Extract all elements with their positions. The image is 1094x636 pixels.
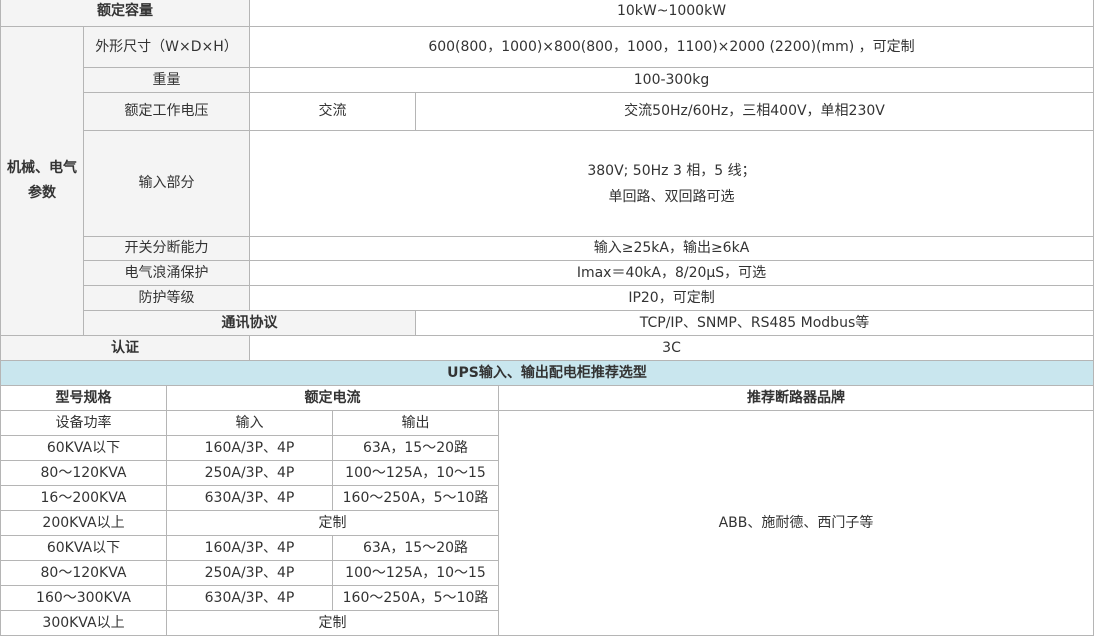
selection-header-row: 型号规格 额定电流 推荐断路器品牌 — [0, 385, 1094, 411]
selection-banner-row: UPS输入、输出配电柜推荐选型 — [0, 360, 1094, 386]
input-header: 输入 — [166, 410, 333, 436]
power-cell: 60KVA以下 — [0, 535, 167, 561]
spec-row: 开关分断能力 输入≥25kA，输出≥6kA — [1, 236, 1094, 261]
spec-row: 认证 3C — [0, 335, 1094, 361]
mech-elec-group-label: 机械、电气参数 — [0, 26, 84, 336]
output-cell: 63A，15～20路 — [332, 435, 499, 461]
breaking-label: 开关分断能力 — [83, 236, 250, 261]
weight-value: 100-300kg — [248, 67, 1094, 93]
dimensions-value: 600(800，1000)×800(800，1000，1100)×2000 (2… — [248, 26, 1094, 68]
input-value-line2: 单回路、双回路可选 — [608, 188, 735, 205]
custom-cell: 定制 — [166, 510, 499, 536]
output-cell: 100～125A，10～15 — [332, 560, 499, 586]
voltage-sub: 交流 — [249, 92, 416, 131]
spec-row: 防护等级 IP20，可定制 — [1, 285, 1094, 311]
input-cell: 250A/3P、4P — [166, 560, 333, 586]
weight-label: 重量 — [83, 67, 250, 93]
rated-capacity-value: 10kW~1000kW — [248, 0, 1094, 27]
breaker-brand-header: 推荐断路器品牌 — [497, 385, 1094, 411]
spec-row: 输入部分 380V; 50Hz 3 相，5 线； 单回路、双回路可选 — [1, 130, 1094, 237]
protection-value: IP20，可定制 — [248, 285, 1094, 311]
selection-table: UPS输入、输出配电柜推荐选型 型号规格 额定电流 推荐断路器品牌 设备功率 输… — [0, 360, 1094, 636]
protocol-label: 通讯协议 — [83, 310, 416, 336]
output-cell: 160～250A，5～10路 — [332, 485, 499, 511]
output-cell: 160～250A，5～10路 — [332, 585, 499, 611]
voltage-label: 额定工作电压 — [83, 92, 250, 131]
custom-cell: 定制 — [166, 610, 499, 636]
spec-row: 通讯协议 TCP/IP、SNMP、RS485 Modbus等 — [1, 310, 1094, 336]
input-cell: 630A/3P、4P — [166, 485, 333, 511]
output-header: 输出 — [332, 410, 499, 436]
input-label: 输入部分 — [83, 130, 250, 237]
power-cell: 60KVA以下 — [0, 435, 167, 461]
protocol-value: TCP/IP、SNMP、RS485 Modbus等 — [414, 310, 1094, 336]
selection-banner: UPS输入、输出配电柜推荐选型 — [0, 360, 1094, 386]
cert-label: 认证 — [0, 335, 250, 361]
input-cell: 630A/3P、4P — [166, 585, 333, 611]
protection-label: 防护等级 — [83, 285, 250, 311]
model-spec-header: 型号规格 — [0, 385, 167, 411]
power-header: 设备功率 — [0, 410, 167, 436]
spec-row: 额定容量 10kW~1000kW — [0, 0, 1094, 27]
input-value: 380V; 50Hz 3 相，5 线； 单回路、双回路可选 — [248, 130, 1094, 237]
voltage-value: 交流50Hz/60Hz，三相400V，单相230V — [414, 92, 1094, 131]
input-value-line1: 380V; 50Hz 3 相，5 线； — [587, 162, 756, 179]
breaker-brand-value: ABB、施耐德、西门子等 — [497, 410, 1094, 636]
input-cell: 160A/3P、4P — [166, 535, 333, 561]
input-cell: 160A/3P、4P — [166, 435, 333, 461]
power-cell: 160～300KVA — [0, 585, 167, 611]
rated-capacity-label: 额定容量 — [0, 0, 250, 27]
power-cell: 80～120KVA — [0, 560, 167, 586]
output-cell: 100～125A，10～15 — [332, 460, 499, 486]
power-cell: 200KVA以上 — [0, 510, 167, 536]
power-cell: 300KVA以上 — [0, 610, 167, 636]
power-cell: 80～120KVA — [0, 460, 167, 486]
output-cell: 63A，15～20路 — [332, 535, 499, 561]
selection-subheader-row: 设备功率 输入 输出 ABB、施耐德、西门子等 — [0, 410, 1094, 636]
cert-value: 3C — [248, 335, 1094, 361]
spec-table: 额定容量 10kW~1000kW 机械、电气参数 外形尺寸（W×D×H） 600… — [0, 0, 1094, 361]
spec-row: 电气浪涌保护 Imax＝40kA，8/20μS，可选 — [1, 260, 1094, 286]
dimensions-label: 外形尺寸（W×D×H） — [83, 26, 250, 68]
rated-current-header: 额定电流 — [166, 385, 499, 411]
surge-label: 电气浪涌保护 — [83, 260, 250, 286]
breaking-value: 输入≥25kA，输出≥6kA — [248, 236, 1094, 261]
power-cell: 16～200KVA — [0, 485, 167, 511]
input-cell: 250A/3P、4P — [166, 460, 333, 486]
spec-row: 额定工作电压 交流 交流50Hz/60Hz，三相400V，单相230V — [1, 92, 1094, 131]
surge-value: Imax＝40kA，8/20μS，可选 — [248, 260, 1094, 286]
spec-row: 机械、电气参数 外形尺寸（W×D×H） 600(800，1000)×800(80… — [0, 26, 1094, 336]
spec-row: 重量 100-300kg — [1, 67, 1094, 93]
